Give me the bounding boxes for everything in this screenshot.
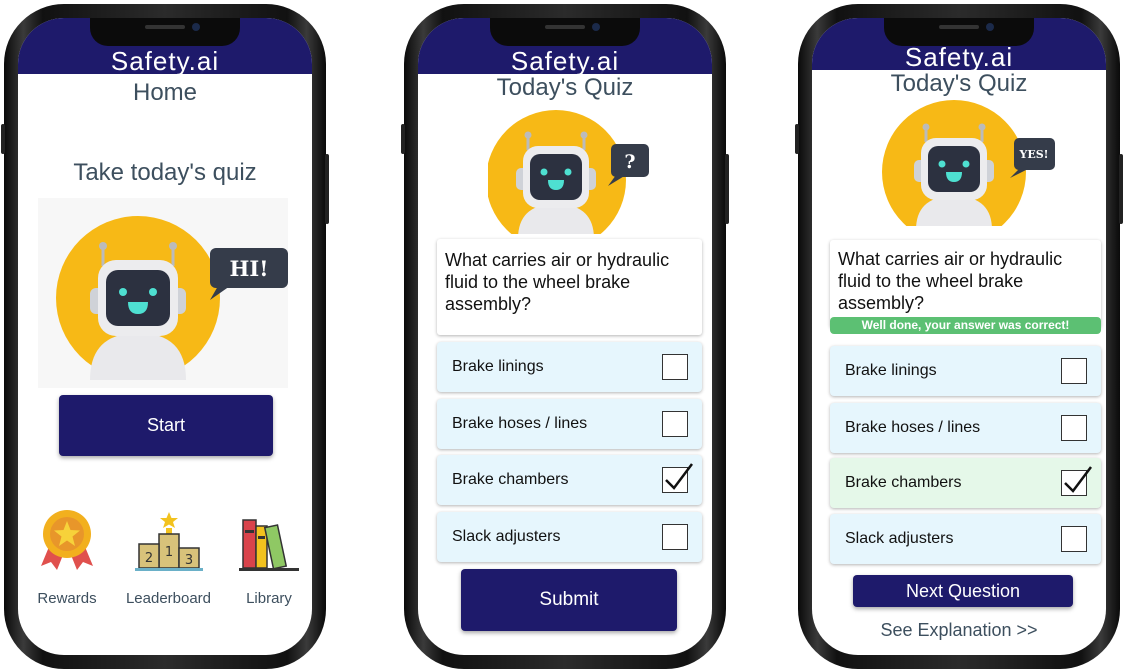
books-icon [239,519,299,571]
question-card: What carries air or hydraulic fluid to t… [830,240,1101,328]
page-title: Today's Quiz [890,70,1028,97]
phone-quiz: Safety.ai Today's Quiz ? What carries ai… [401,4,729,669]
robot-bubble-text: ? [624,151,635,173]
answer-checkbox[interactable] [662,524,688,550]
nav-library[interactable]: Library [224,506,312,607]
svg-text:1: 1 [164,545,172,560]
answer-option[interactable]: Brake hoses / lines [437,399,702,449]
answer-checkbox[interactable] [662,354,688,380]
medal-icon [41,510,93,570]
brand-logo: Safety.ai [110,46,220,74]
phone-result: Safety.ai Today's Quiz YES! What carries… [795,4,1123,669]
next-question-button[interactable]: Next Question [853,575,1073,607]
answer-checkbox[interactable] [1061,466,1092,496]
nav-rewards[interactable]: Rewards [22,506,112,607]
svg-text:3: 3 [184,553,192,568]
answer-label: Brake linings [452,358,544,375]
checkmark-icon [665,463,693,490]
answer-checkbox[interactable] [1061,415,1087,441]
answer-label: Slack adjusters [845,530,954,547]
answer-label: Brake hoses / lines [452,415,588,432]
submit-button[interactable]: Submit [461,569,677,631]
robot-bubble-text: YES! [1018,148,1048,161]
nav-leaderboard[interactable]: 1 2 3 Leaderboard [121,506,216,607]
robot-mascot-icon: YES! [882,98,1062,231]
robot-mascot-icon: ? [488,104,668,239]
question-card: What carries air or hydraulic fluid to t… [437,239,702,335]
answer-label: Slack adjusters [452,528,561,545]
phone-notch [90,18,240,46]
answer-label: Brake linings [845,362,937,379]
answer-label: Brake chambers [452,471,569,488]
robot-bubble-text: HI! [230,256,269,281]
quiz-prompt: Take today's quiz [73,159,257,186]
answer-option[interactable]: Slack adjusters [437,512,702,562]
answer-checkbox[interactable] [1061,526,1087,552]
answer-checkbox[interactable] [662,411,688,437]
result-screen: Safety.ai Today's Quiz YES! What carries… [812,18,1106,655]
answer-label: Brake chambers [845,474,962,491]
answer-option[interactable]: Brake chambers [437,455,702,505]
nav-library-label: Library [246,590,292,607]
answer-checkbox[interactable] [1061,358,1087,384]
answer-option[interactable]: Brake linings [437,342,702,392]
success-banner: Well done, your answer was correct! [830,317,1101,334]
quiz-screen: Safety.ai Today's Quiz ? What carries ai… [418,18,712,655]
answer-option[interactable]: Slack adjusters [830,514,1101,564]
brand-logo: Safety.ai [904,42,1014,70]
phone-notch [490,18,640,46]
answer-option[interactable]: Brake linings [830,346,1101,396]
robot-mascot-icon: HI! [38,198,288,393]
start-button[interactable]: Start [59,395,273,456]
podium-icon: 1 2 3 [134,512,203,571]
brand-logo: Safety.ai [510,46,620,74]
answer-label: Brake hoses / lines [845,419,981,436]
checkmark-icon [1064,466,1092,493]
phone-home: Safety.ai Home Take today's quiz HI! Sta… [1,4,329,669]
nav-leaderboard-label: Leaderboard [125,590,212,607]
nav-rewards-label: Rewards [37,590,97,607]
answer-option[interactable]: Brake hoses / lines [830,403,1101,453]
page-title: Home [132,79,198,106]
phone-notch [884,18,1034,46]
see-explanation-link[interactable]: See Explanation >> [812,620,1106,641]
page-title: Today's Quiz [496,74,634,101]
answer-checkbox[interactable] [662,463,693,493]
home-screen: Safety.ai Home Take today's quiz HI! Sta… [18,18,312,655]
svg-text:2: 2 [144,551,152,566]
answer-option-correct[interactable]: Brake chambers [830,458,1101,508]
